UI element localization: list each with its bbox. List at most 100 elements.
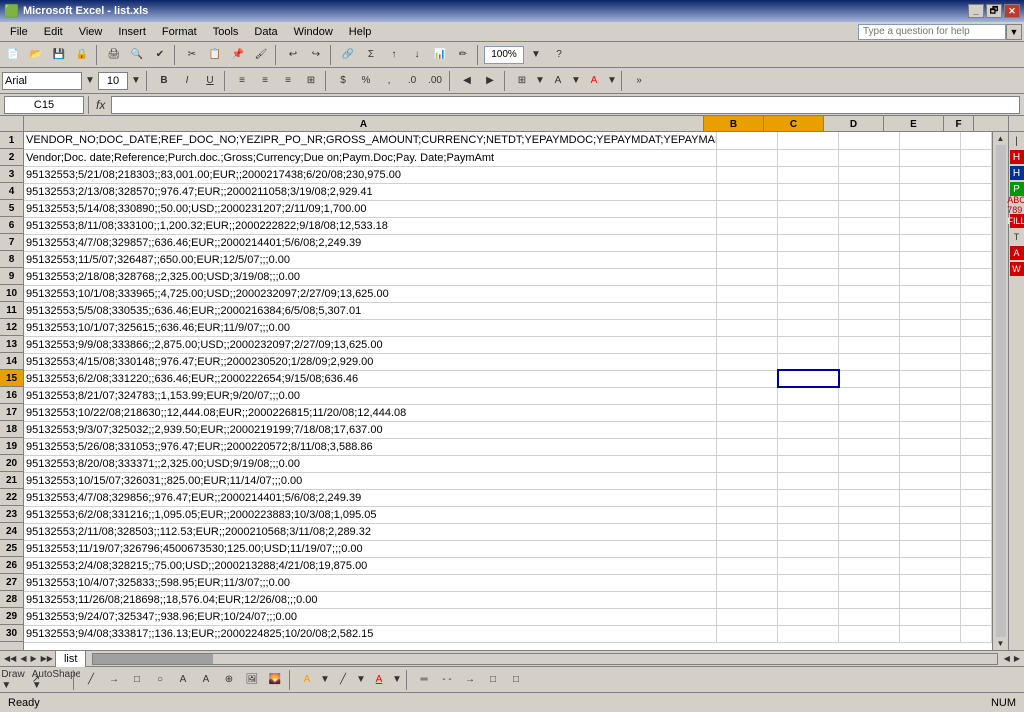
cell-d20[interactable]	[839, 455, 900, 472]
rt-btn-3[interactable]: H	[1010, 166, 1024, 180]
cell-e25[interactable]	[900, 540, 961, 557]
cell-a14[interactable]: 95132553;4/15/08;330148;;976.47;EUR;;200…	[24, 353, 717, 370]
hscrollbar-thumb[interactable]	[93, 654, 213, 664]
name-box[interactable]	[4, 96, 84, 114]
cell-d6[interactable]	[839, 217, 900, 234]
cell-f13[interactable]	[961, 336, 992, 353]
cell-f29[interactable]	[961, 608, 992, 625]
print-preview-button[interactable]: 🔍	[126, 44, 148, 66]
line-color-dropdown[interactable]: ▼	[355, 669, 367, 691]
cell-d12[interactable]	[839, 319, 900, 336]
cell-c26[interactable]	[778, 557, 839, 574]
cell-a25[interactable]: 95132553;11/19/07;326796;4500673530;125.…	[24, 540, 717, 557]
menu-insert[interactable]: Insert	[110, 24, 154, 40]
cell-b24[interactable]	[717, 523, 778, 540]
row-header-14[interactable]: 14	[0, 353, 23, 370]
cell-d19[interactable]	[839, 438, 900, 455]
permission-button[interactable]: 🔒	[71, 44, 93, 66]
rectangle-button[interactable]: □	[126, 669, 148, 691]
font-name-input[interactable]	[2, 72, 82, 90]
row-header-16[interactable]: 16	[0, 387, 23, 404]
cell-b15[interactable]	[717, 370, 778, 387]
cell-f3[interactable]	[961, 166, 992, 183]
cell-d11[interactable]	[839, 302, 900, 319]
scroll-left-button[interactable]: ◀	[18, 653, 28, 664]
cell-c19[interactable]	[778, 438, 839, 455]
cell-e6[interactable]	[900, 217, 961, 234]
cell-e1[interactable]	[900, 132, 961, 149]
decrease-decimal-button[interactable]: .00	[424, 70, 446, 92]
cell-d25[interactable]	[839, 540, 900, 557]
oval-button[interactable]: ○	[149, 669, 171, 691]
copy-button[interactable]: 📋	[204, 44, 226, 66]
borders-dropdown[interactable]: ▼	[534, 70, 546, 92]
arrow-button[interactable]: →	[103, 669, 125, 691]
cell-b11[interactable]	[717, 302, 778, 319]
cell-c23[interactable]	[778, 506, 839, 523]
increase-decimal-button[interactable]: .0	[401, 70, 423, 92]
row-header-21[interactable]: 21	[0, 472, 23, 489]
cell-a28[interactable]: 95132553;11/26/08;218698;;18,576.04;EUR;…	[24, 591, 717, 608]
cell-a26[interactable]: 95132553;2/4/08;328215;;75.00;USD;;20002…	[24, 557, 717, 574]
cell-c11[interactable]	[778, 302, 839, 319]
row-header-7[interactable]: 7	[0, 234, 23, 251]
cell-a3[interactable]: 95132553;5/21/08;218303;;83,001.00;EUR;;…	[24, 166, 717, 183]
cell-d13[interactable]	[839, 336, 900, 353]
scroll-up-button[interactable]: ▲	[996, 133, 1006, 144]
menu-data[interactable]: Data	[246, 24, 285, 40]
cell-c16[interactable]	[778, 387, 839, 404]
fill-color-draw-button[interactable]: A	[296, 669, 318, 691]
format-painter-button[interactable]: 🖌	[250, 44, 272, 66]
cell-b30[interactable]	[717, 625, 778, 642]
cell-e28[interactable]	[900, 591, 961, 608]
cell-d15[interactable]	[839, 370, 900, 387]
3d-button[interactable]: □	[505, 669, 527, 691]
row-header-23[interactable]: 23	[0, 506, 23, 523]
close-button[interactable]: ✕	[1004, 4, 1020, 18]
cell-c29[interactable]	[778, 608, 839, 625]
col-header-c[interactable]: C	[764, 116, 824, 131]
cell-b4[interactable]	[717, 183, 778, 200]
bold-button[interactable]: B	[153, 70, 175, 92]
scroll-right-button[interactable]: ▶	[28, 653, 38, 664]
open-button[interactable]: 📂	[25, 44, 47, 66]
row-header-29[interactable]: 29	[0, 608, 23, 625]
cell-a10[interactable]: 95132553;10/1/08;333965;;4,725.00;USD;;2…	[24, 285, 717, 302]
hscrollbar-track[interactable]	[92, 653, 997, 665]
row-header-18[interactable]: 18	[0, 421, 23, 438]
row-header-9[interactable]: 9	[0, 268, 23, 285]
cell-a7[interactable]: 95132553;4/7/08;329857;;636.46;EUR;;2000…	[24, 234, 717, 251]
drawing-button[interactable]: ✏	[452, 44, 474, 66]
cell-d7[interactable]	[839, 234, 900, 251]
row-header-8[interactable]: 8	[0, 251, 23, 268]
rt-btn-9[interactable]: W	[1010, 262, 1024, 276]
cell-a13[interactable]: 95132553;9/9/08;333866;;2,875.00;USD;;20…	[24, 336, 717, 353]
cell-c24[interactable]	[778, 523, 839, 540]
cell-f6[interactable]	[961, 217, 992, 234]
line-style-button[interactable]: ═	[413, 669, 435, 691]
hscroll-right-btn[interactable]: ▶	[1012, 653, 1022, 664]
row-header-19[interactable]: 19	[0, 438, 23, 455]
cell-b25[interactable]	[717, 540, 778, 557]
chart-button[interactable]: 📊	[429, 44, 451, 66]
row-header-13[interactable]: 13	[0, 336, 23, 353]
cell-b28[interactable]	[717, 591, 778, 608]
cell-e2[interactable]	[900, 149, 961, 166]
cell-c21[interactable]	[778, 472, 839, 489]
cell-c22[interactable]	[778, 489, 839, 506]
cell-d27[interactable]	[839, 574, 900, 591]
cell-b12[interactable]	[717, 319, 778, 336]
cell-c20[interactable]	[778, 455, 839, 472]
cell-b19[interactable]	[717, 438, 778, 455]
cell-e24[interactable]	[900, 523, 961, 540]
font-color-button[interactable]: A	[583, 70, 605, 92]
cell-e11[interactable]	[900, 302, 961, 319]
cell-e21[interactable]	[900, 472, 961, 489]
cell-d9[interactable]	[839, 268, 900, 285]
cell-d1[interactable]	[839, 132, 900, 149]
menu-format[interactable]: Format	[154, 24, 205, 40]
cell-a17[interactable]: 95132553;10/22/08;218630;;12,444.08;EUR;…	[24, 404, 717, 421]
cell-f11[interactable]	[961, 302, 992, 319]
cell-b16[interactable]	[717, 387, 778, 404]
row-header-10[interactable]: 10	[0, 285, 23, 302]
